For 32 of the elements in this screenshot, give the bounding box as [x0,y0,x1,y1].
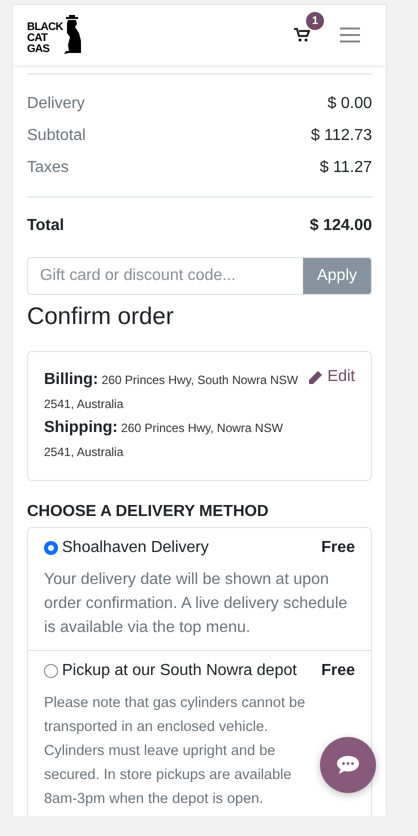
total-label: Total [27,217,64,235]
edit-link[interactable]: Edit [308,368,355,390]
radio-button[interactable] [44,664,58,678]
pencil-icon [308,371,322,385]
section-heading: CHOOSE A DELIVERY METHOD [27,503,270,521]
cart-count-badge: 1 [306,12,324,30]
summary-label: Subtotal [27,127,86,145]
delivery-description: Your delivery date will be shown at upon order confirmation. A live delivery schedule is available via the top menu. [44,570,348,638]
logo-text: BLACK [27,22,63,33]
page-title: Confirm order [27,303,175,331]
delivery-method-name: Pickup at our South Nowra depot [62,662,298,680]
logo-text: CAT [27,33,49,44]
delivery-description: Please note that gas cylinders cannot be transported in an enclosed vehicle. Cylinders must leave upright and be secured. In store pickups are available 8am-3pm when the depot is open. [44,694,306,809]
delivery-price: Free [321,539,355,557]
chat-icon [336,755,360,775]
summary-label: Taxes [27,159,69,177]
address-text: Billing: 260 Princes Hwy, South Nowra NSW 2541, Australia [44,370,300,413]
summary-amount: $ 0.00 [328,95,372,113]
logo-text: GAS [27,44,50,55]
menu-icon[interactable] [340,27,360,43]
summary-amount: $ 112.73 [310,127,372,145]
summary-amount: $ 11.27 [320,159,372,177]
summary-label: Delivery [27,95,85,113]
delivery-price: Free [321,662,355,680]
cart-icon[interactable] [294,28,310,42]
cat-icon [63,15,83,55]
radio-button[interactable] [44,541,58,555]
address-text: Shipping: 260 Princes Hwy, Nowra NSW 2541, Australia [44,418,284,461]
delivery-option[interactable]: Shoalhaven Delivery Free Your delivery date will be shown at upon order confirmation. A live delivery schedule is available via the top menu. [28,528,371,650]
total-amount: $ 124.00 [310,217,372,235]
logo[interactable]: BLACK CAT GAS [27,15,83,55]
delivery-method-name: Shoalhaven Delivery [62,539,210,557]
